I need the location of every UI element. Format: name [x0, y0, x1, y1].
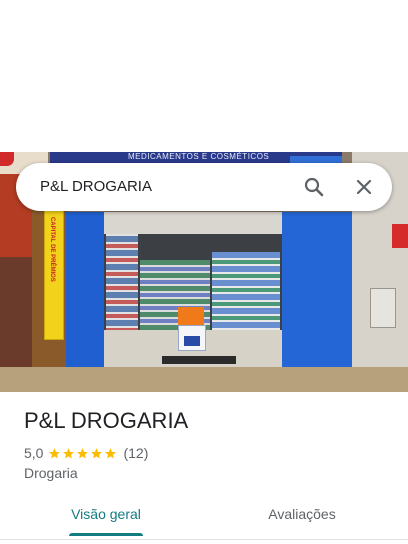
place-tabs: Visão geral Avaliações: [0, 496, 408, 536]
photo-blue-wall-right: [282, 212, 352, 377]
photo-right-sign: [392, 224, 408, 248]
place-category[interactable]: Drogaria: [24, 465, 78, 481]
photo-counter-top: [178, 307, 204, 325]
active-tab-indicator: [69, 533, 143, 536]
rating-stars: [48, 447, 118, 460]
photo-sign-text: MEDICAMENTOS E COSMÉTICOS: [128, 152, 270, 161]
star-icon: [105, 447, 117, 458]
photo-electric-meter: [370, 288, 396, 328]
photo-ceiling: [104, 212, 282, 234]
tab-reviews[interactable]: Avaliações: [248, 496, 356, 536]
photo-blue-wall-left: [66, 212, 104, 377]
photo-red-logo: [0, 152, 14, 166]
photo-shelf-right: [212, 252, 280, 342]
tab-overview[interactable]: Visão geral: [52, 496, 160, 536]
search-icon[interactable]: [302, 175, 326, 199]
search-bar[interactable]: [16, 163, 392, 211]
close-icon[interactable]: [352, 175, 376, 199]
photo-door-mat: [162, 356, 236, 364]
star-icon: [91, 447, 103, 458]
search-input[interactable]: [40, 163, 290, 211]
star-icon: [49, 447, 61, 458]
star-icon: [63, 447, 75, 458]
rating-row[interactable]: 5,0 (12): [24, 444, 148, 462]
photo-neighbor-interior: [0, 257, 36, 367]
photo-sidewalk: [0, 367, 408, 392]
rating-value: 5,0: [24, 445, 44, 461]
review-count[interactable]: (12): [123, 445, 148, 461]
photo-banner-text: CAPITAL DE PRÊMIOS: [49, 217, 55, 282]
star-icon: [77, 447, 89, 458]
tabs-divider: [0, 539, 408, 540]
photo-counter-panel: [184, 336, 200, 346]
photo-yellow-banner: CAPITAL DE PRÊMIOS: [44, 210, 64, 340]
place-title: P&L DROGARIA: [24, 408, 189, 433]
blank-header-area: [0, 0, 408, 152]
